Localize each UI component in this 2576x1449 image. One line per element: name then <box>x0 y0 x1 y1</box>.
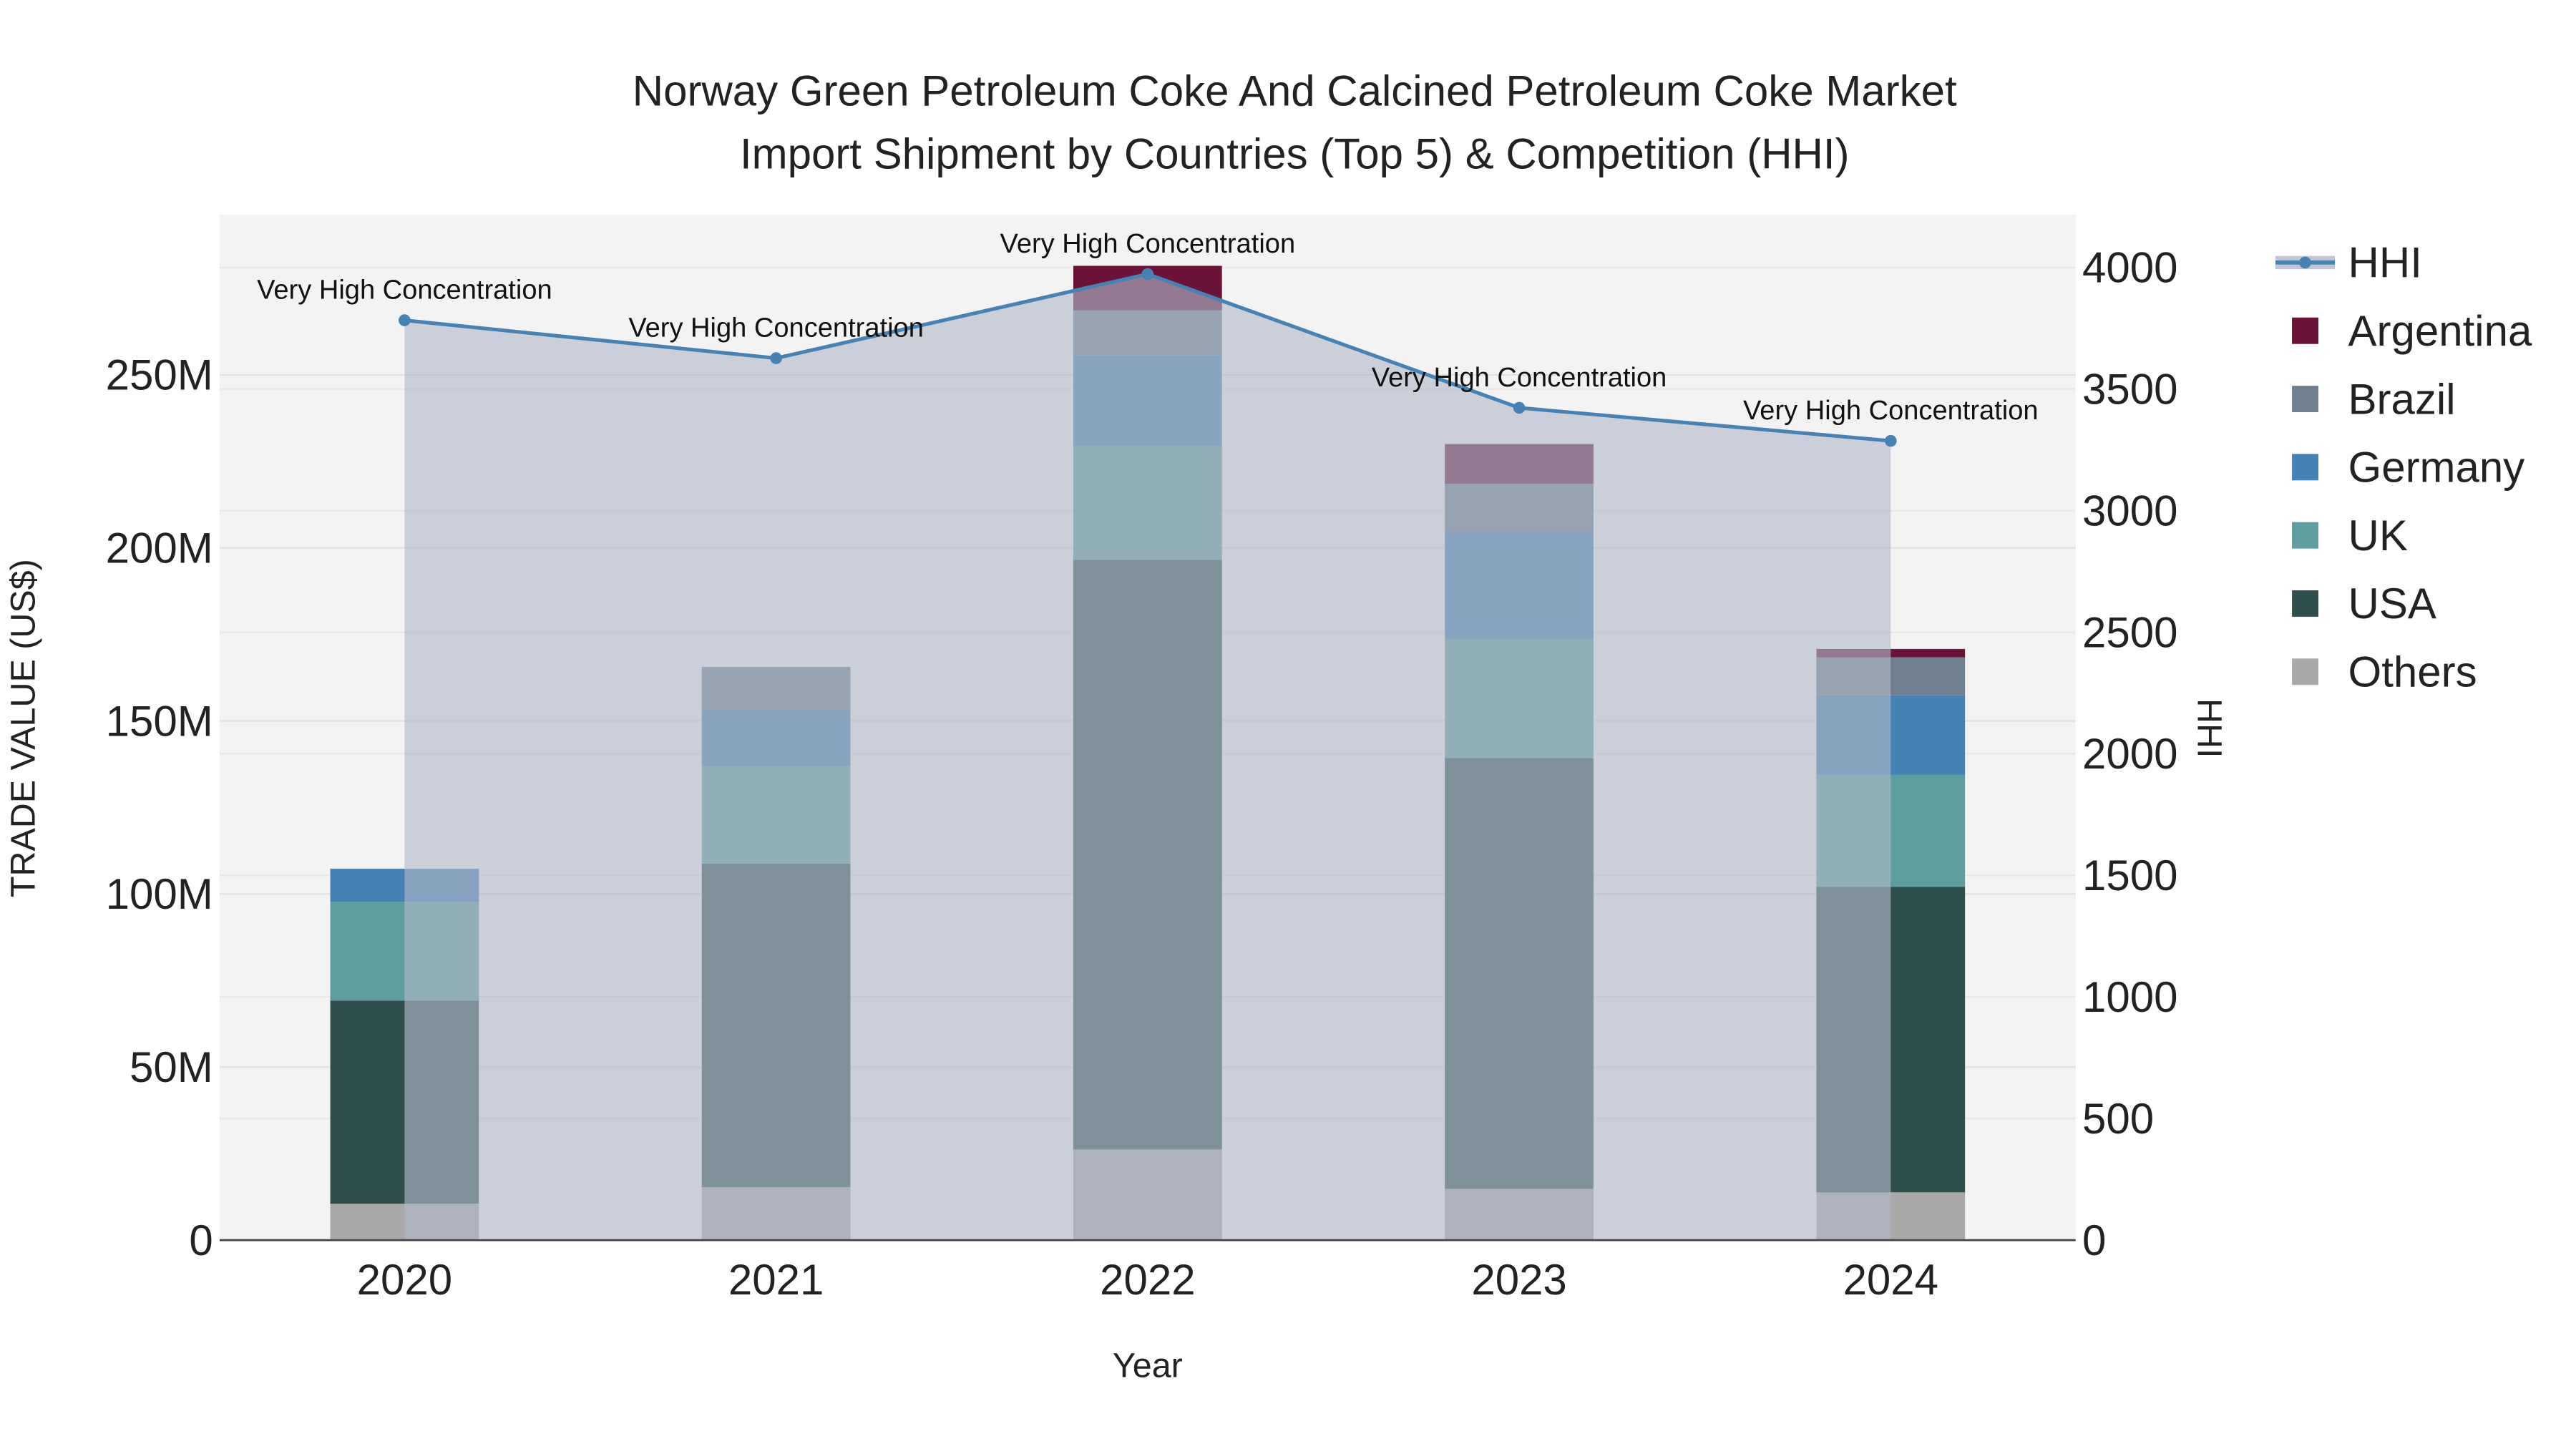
legend: HHI Argentina Brazil Germany UK USA Others <box>2275 239 2532 696</box>
x-axis-title: Year <box>1113 1347 1183 1385</box>
legend-swatch-germany <box>2292 454 2318 481</box>
legend-label-germany: Germany <box>2348 444 2525 492</box>
legend-label-hhi: HHI <box>2348 239 2422 287</box>
y-tick-label: 150M <box>106 697 213 745</box>
y-tick-label: 100M <box>106 870 213 918</box>
y2-tick-label: 3000 <box>2082 487 2177 535</box>
legend-swatch-usa <box>2292 590 2318 617</box>
y-tick-label: 200M <box>106 524 213 572</box>
y2-tick-label: 1000 <box>2082 973 2177 1021</box>
x-tick-label: 2023 <box>1471 1256 1566 1304</box>
legend-label-brazil: Brazil <box>2348 375 2456 423</box>
y2-axis-title: HHI <box>2190 698 2229 758</box>
y2-tick-label: 500 <box>2082 1095 2154 1143</box>
legend-swatch-others <box>2292 658 2318 686</box>
hhi-annotation-2022: Very High Concentration <box>1000 229 1296 259</box>
x-tick-label: 2021 <box>728 1256 824 1304</box>
hhi-annotation-2024: Very High Concentration <box>1743 396 2039 426</box>
y-tick-label: 250M <box>106 351 213 399</box>
hhi-point-2024 <box>1885 434 1897 447</box>
hhi-annotation-2023: Very High Concentration <box>1372 363 1667 393</box>
legend-label-others: Others <box>2348 648 2477 696</box>
x-tick-label: 2024 <box>1843 1256 1938 1304</box>
y-axis-title: TRADE VALUE (US$) <box>4 559 42 897</box>
hhi-annotation-2021: Very High Concentration <box>628 313 924 343</box>
legend-label-uk: UK <box>2348 512 2408 560</box>
hhi-point-2020 <box>399 314 411 326</box>
x-tick-label: 2022 <box>1100 1256 1195 1304</box>
y2-tick-label: 1500 <box>2082 852 2177 899</box>
legend-swatch-uk <box>2292 522 2318 549</box>
hhi-point-2021 <box>770 352 782 364</box>
hhi-point-2023 <box>1513 401 1526 414</box>
legend-swatch-brazil <box>2292 386 2318 412</box>
chart-title-line2: Import Shipment by Countries (Top 5) & C… <box>740 130 1850 177</box>
legend-label-argentina: Argentina <box>2348 307 2532 355</box>
chart-title-line1: Norway Green Petroleum Coke And Calcined… <box>633 67 1957 115</box>
y-tick-label: 50M <box>130 1043 213 1091</box>
legend-swatch-hhi-marker <box>2299 256 2311 269</box>
hhi-annotation-2020: Very High Concentration <box>257 275 552 306</box>
x-tick-label: 2020 <box>357 1256 452 1304</box>
hhi-point-2022 <box>1141 268 1154 280</box>
y-tick-label: 0 <box>189 1216 213 1264</box>
y2-tick-label: 0 <box>2082 1216 2106 1264</box>
y2-tick-label: 2000 <box>2082 730 2177 778</box>
y2-tick-label: 4000 <box>2082 244 2177 292</box>
legend-swatch-argentina <box>2292 317 2318 344</box>
y2-tick-label: 2500 <box>2082 608 2177 656</box>
legend-label-usa: USA <box>2348 580 2436 628</box>
chart: Very High Concentration Very High Concent… <box>4 67 2532 1385</box>
y2-tick-label: 3500 <box>2082 366 2177 414</box>
